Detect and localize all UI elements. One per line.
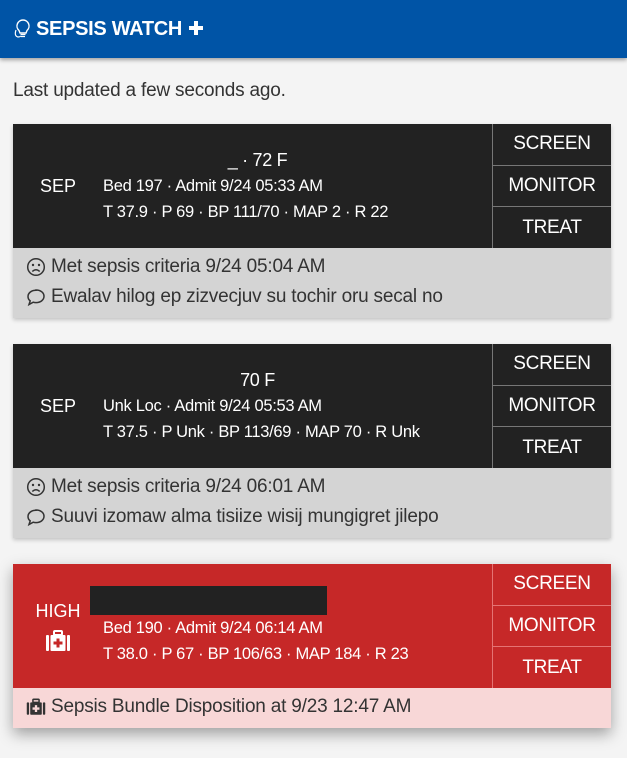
bundle-disposition-line: Sepsis Bundle Disposition at 9/23 12:47 … (26, 692, 598, 722)
severity-label: SEP (13, 344, 103, 468)
criteria-line: Met sepsis criteria 9/24 05:04 AM (26, 252, 598, 282)
redacted-name (90, 585, 327, 615)
patient-name-line: 70 F (240, 370, 275, 390)
bundle-disposition-text: Sepsis Bundle Disposition at 9/23 12:47 … (51, 696, 412, 717)
comment-icon (27, 509, 45, 527)
lightbulb-stethoscope-icon (14, 19, 30, 38)
patient-card[interactable]: SEP 70 F Unk Loc · Admit 9/24 05:53 AM T… (13, 344, 611, 538)
criteria-text: Met sepsis criteria 9/24 06:01 AM (51, 476, 326, 497)
app-title: SEPSIS WATCH (36, 17, 183, 40)
severity-text: HIGH (35, 600, 81, 621)
comment-line: Suuvi izomaw alma tisiize wisij mungigre… (26, 502, 598, 532)
patient-vitals-line: T 37.5 · P Unk · BP 113/69 · MAP 70 · R … (103, 423, 420, 441)
severity-label: SEP (13, 124, 103, 248)
treat-button[interactable]: TREAT (493, 426, 611, 468)
medkit-icon (46, 629, 70, 651)
screen-button[interactable]: SCREEN (493, 564, 611, 605)
criteria-text: Met sepsis criteria 9/24 05:04 AM (51, 256, 326, 277)
patient-location-line: Bed 190 · Admit 9/24 06:14 AM (103, 618, 323, 637)
last-updated-text: Last updated a few seconds ago. (13, 80, 286, 101)
patient-name-line (90, 585, 492, 615)
comment-text: Suuvi izomaw alma tisiize wisij mungigre… (51, 506, 439, 527)
medical-plus-icon (189, 21, 204, 35)
comment-line: Ewalav hilog ep zizvecjuv su tochir oru … (26, 282, 598, 312)
patient-location-line: Unk Loc · Admit 9/24 05:53 AM (103, 397, 322, 415)
criteria-line: Met sepsis criteria 9/24 06:01 AM (26, 472, 598, 502)
treat-button[interactable]: TREAT (493, 206, 611, 248)
app-bar: SEPSIS WATCH (0, 0, 627, 58)
comment-text: Ewalav hilog ep zizvecjuv su tochir oru … (51, 286, 443, 307)
severity-text: SEP (39, 175, 77, 196)
patient-card-high[interactable]: HIGH Bed 190 · Admit 9/24 06:14 AM T 38.… (13, 564, 611, 728)
patient-location-line: Bed 197 · Admit 9/24 05:33 AM (103, 177, 323, 195)
patient-card[interactable]: SEP _ · 72 F Bed 197 · Admit 9/24 05:33 … (13, 124, 611, 318)
patient-vitals-line: T 37.9 · P 69 · BP 111/70 · MAP 2 · R 22 (103, 203, 389, 221)
monitor-button[interactable]: MONITOR (493, 164, 611, 207)
frown-face-icon (26, 257, 46, 277)
severity-label: HIGH (13, 564, 103, 688)
patient-vitals-line: T 38.0 · P 67 · BP 106/63 · MAP 184 · R … (103, 644, 409, 663)
comment-icon (27, 289, 45, 307)
monitor-button[interactable]: MONITOR (493, 604, 611, 647)
screen-button[interactable]: SCREEN (493, 344, 611, 385)
severity-text: SEP (39, 395, 77, 416)
screen-button[interactable]: SCREEN (493, 124, 611, 165)
treat-button[interactable]: TREAT (493, 646, 611, 688)
frown-face-icon (26, 477, 46, 497)
medkit-icon (26, 698, 46, 715)
monitor-button[interactable]: MONITOR (493, 384, 611, 427)
patient-name-line: _ · 72 F (227, 150, 288, 170)
